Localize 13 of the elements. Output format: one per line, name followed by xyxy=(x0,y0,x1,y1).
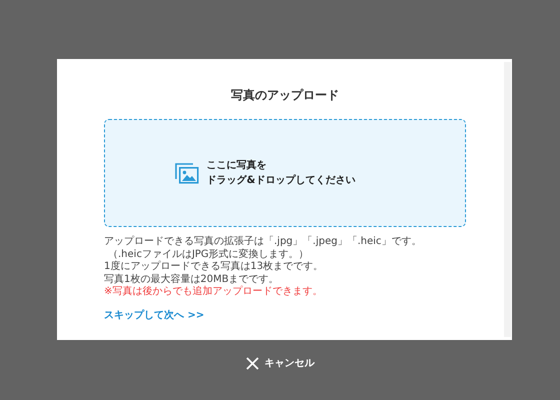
drop-zone[interactable]: ここに写真を ドラッグ&ドロップしてください xyxy=(104,119,466,227)
note-text: （.heicファイルはJPG形式に変換します。） xyxy=(107,248,310,260)
drop-instruction: ここに写真を ドラッグ&ドロップしてください xyxy=(206,158,356,188)
note-text: 1度にアップロードできる写真は13枚までです。 xyxy=(104,261,324,274)
dialog-title: 写真のアップロード xyxy=(230,87,340,103)
scrollbar[interactable] xyxy=(504,62,511,337)
note-text: 写真1枚の最大容量は20MBまでです。 xyxy=(104,274,280,286)
cancel-button[interactable]: キャンセル xyxy=(246,356,314,370)
note-text: ※写真は後からでも追加アップロードできます。 xyxy=(104,286,324,298)
skip-link[interactable]: スキップして次へ >> xyxy=(104,308,204,322)
close-icon xyxy=(246,356,258,370)
image-icon xyxy=(174,162,199,184)
note-text: アップロードできる写真の拡張子は「.jpg」「.jpeg」「.heic」です。 xyxy=(104,236,422,248)
